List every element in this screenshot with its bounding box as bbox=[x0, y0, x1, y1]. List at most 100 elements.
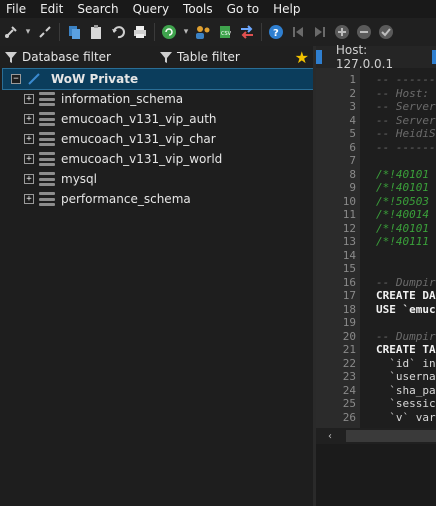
tree-database-item[interactable]: + performance_schema bbox=[0, 189, 313, 209]
line-number: 23 bbox=[342, 370, 356, 383]
collapse-icon[interactable]: − bbox=[11, 74, 21, 84]
tab-scroll-icon[interactable] bbox=[316, 50, 322, 64]
code-text: /*!40101 bbox=[376, 221, 429, 235]
expand-icon[interactable]: + bbox=[24, 94, 34, 104]
expand-icon[interactable]: + bbox=[24, 114, 34, 124]
database-icon bbox=[39, 192, 55, 206]
menu-tools[interactable]: Tools bbox=[176, 0, 220, 18]
line-number: 24 bbox=[342, 383, 356, 397]
line-number: 19 bbox=[342, 316, 356, 329]
expand-icon[interactable]: + bbox=[24, 154, 34, 164]
code-line: 1 -- ------- bbox=[316, 73, 436, 87]
code-text: `id` in bbox=[376, 356, 436, 370]
database-name: performance_schema bbox=[61, 192, 191, 206]
transfer-icon[interactable] bbox=[236, 21, 258, 43]
code-line: 5 -- HeidiS bbox=[316, 127, 436, 141]
code-line: 18 USE `emuc bbox=[316, 303, 436, 317]
menu-go-to[interactable]: Go to bbox=[220, 0, 267, 18]
code-line: 23 `userna bbox=[316, 370, 436, 384]
code-line: 9 /*!40101 bbox=[316, 181, 436, 195]
expand-icon[interactable]: + bbox=[24, 174, 34, 184]
tree-database-item[interactable]: + emucoach_v131_vip_auth bbox=[0, 109, 313, 129]
horizontal-scrollbar[interactable]: ‹ bbox=[316, 428, 436, 444]
check-icon[interactable] bbox=[375, 21, 397, 43]
line-number: 6 bbox=[349, 140, 356, 154]
database-name: emucoach_v131_vip_char bbox=[61, 132, 216, 146]
add-icon[interactable] bbox=[331, 21, 353, 43]
code-text: `sha_pa bbox=[376, 383, 436, 397]
tree-database-item[interactable]: + emucoach_v131_vip_world bbox=[0, 149, 313, 169]
line-number: 3 bbox=[349, 100, 356, 113]
disconnect-icon[interactable] bbox=[34, 21, 56, 43]
code-text: -- ------- bbox=[376, 73, 436, 86]
svg-text:CSV: CSV bbox=[221, 31, 232, 37]
code-line: 8 /*!40101 bbox=[316, 168, 436, 182]
code-text: /*!40014 bbox=[376, 208, 429, 221]
export-csv-icon[interactable]: CSV bbox=[214, 21, 236, 43]
code-text: -- Dumpir bbox=[376, 275, 436, 289]
favorite-star-icon[interactable]: ★ bbox=[295, 48, 309, 67]
tree-database-item[interactable]: + emucoach_v131_vip_char bbox=[0, 129, 313, 149]
menu-file[interactable]: File bbox=[0, 0, 33, 18]
undo-icon[interactable] bbox=[107, 21, 129, 43]
toolbar: ▾ ▾ CSV ? bbox=[0, 18, 436, 46]
code-text: `v` var bbox=[376, 410, 436, 424]
line-number: 16 bbox=[342, 275, 356, 289]
code-line: 11 /*!40014 bbox=[316, 208, 436, 222]
expand-icon[interactable]: + bbox=[24, 134, 34, 144]
session-name: WoW Private bbox=[51, 72, 139, 86]
menu-edit[interactable]: Edit bbox=[33, 0, 70, 18]
toolbar-separator bbox=[261, 23, 262, 41]
database-name: emucoach_v131_vip_world bbox=[61, 152, 223, 166]
database-icon bbox=[39, 172, 55, 186]
refresh-icon[interactable] bbox=[158, 21, 180, 43]
database-icon bbox=[39, 132, 55, 146]
tab-host[interactable]: Host: 127.0.0.1 bbox=[336, 43, 426, 71]
code-text: `sessic bbox=[376, 397, 436, 410]
tree-database-item[interactable]: + information_schema bbox=[0, 89, 313, 109]
menu-query[interactable]: Query bbox=[126, 0, 176, 18]
code-line: 26 `v` var bbox=[316, 411, 436, 425]
line-number: 8 bbox=[349, 167, 356, 181]
delete-icon[interactable] bbox=[353, 21, 375, 43]
table-filter-label: Table filter bbox=[177, 50, 240, 64]
connect-icon[interactable] bbox=[0, 21, 22, 43]
dropdown-arrow-icon[interactable]: ▾ bbox=[180, 21, 192, 43]
print-icon[interactable] bbox=[129, 21, 151, 43]
database-name: information_schema bbox=[61, 92, 184, 106]
user-manager-icon[interactable] bbox=[192, 21, 214, 43]
line-number: 13 bbox=[342, 235, 356, 248]
expand-icon[interactable]: + bbox=[24, 194, 34, 204]
paste-icon[interactable] bbox=[85, 21, 107, 43]
scrollbar-thumb[interactable] bbox=[346, 430, 436, 442]
table-filter[interactable]: Table filter bbox=[159, 50, 240, 64]
database-icon bbox=[39, 92, 55, 106]
toolbar-separator bbox=[59, 23, 60, 41]
code-text: `userna bbox=[376, 370, 436, 383]
line-number: 17 bbox=[342, 289, 356, 302]
menu-search[interactable]: Search bbox=[70, 0, 125, 18]
tab-strip: Host: 127.0.0.1 bbox=[316, 43, 436, 71]
menu-help[interactable]: Help bbox=[266, 0, 307, 18]
scroll-left-icon[interactable]: ‹ bbox=[328, 431, 332, 442]
line-number: 12 bbox=[342, 221, 356, 235]
help-icon[interactable]: ? bbox=[265, 21, 287, 43]
database-icon bbox=[39, 152, 55, 166]
first-icon[interactable] bbox=[287, 21, 309, 43]
toolbar-separator bbox=[154, 23, 155, 41]
line-number: 20 bbox=[342, 329, 356, 343]
sql-editor[interactable]: 1 -- ------- 2 -- Host: 3 -- Server 4 -- Server… bbox=[316, 68, 436, 428]
last-icon[interactable] bbox=[309, 21, 331, 43]
copy-icon[interactable] bbox=[63, 21, 85, 43]
code-text: -- Server bbox=[376, 113, 436, 127]
line-number: 1 bbox=[349, 73, 356, 86]
line-number: 7 bbox=[349, 154, 356, 167]
editor-bottom-area bbox=[316, 444, 436, 506]
code-line: 25 `sessic bbox=[316, 397, 436, 411]
line-number: 11 bbox=[342, 208, 356, 221]
tree-root-session[interactable]: − WoW Private bbox=[2, 68, 314, 90]
database-filter[interactable]: Database filter bbox=[4, 50, 111, 64]
line-number: 5 bbox=[349, 127, 356, 140]
dropdown-arrow-icon[interactable]: ▾ bbox=[22, 21, 34, 43]
tree-database-item[interactable]: + mysql bbox=[0, 169, 313, 189]
